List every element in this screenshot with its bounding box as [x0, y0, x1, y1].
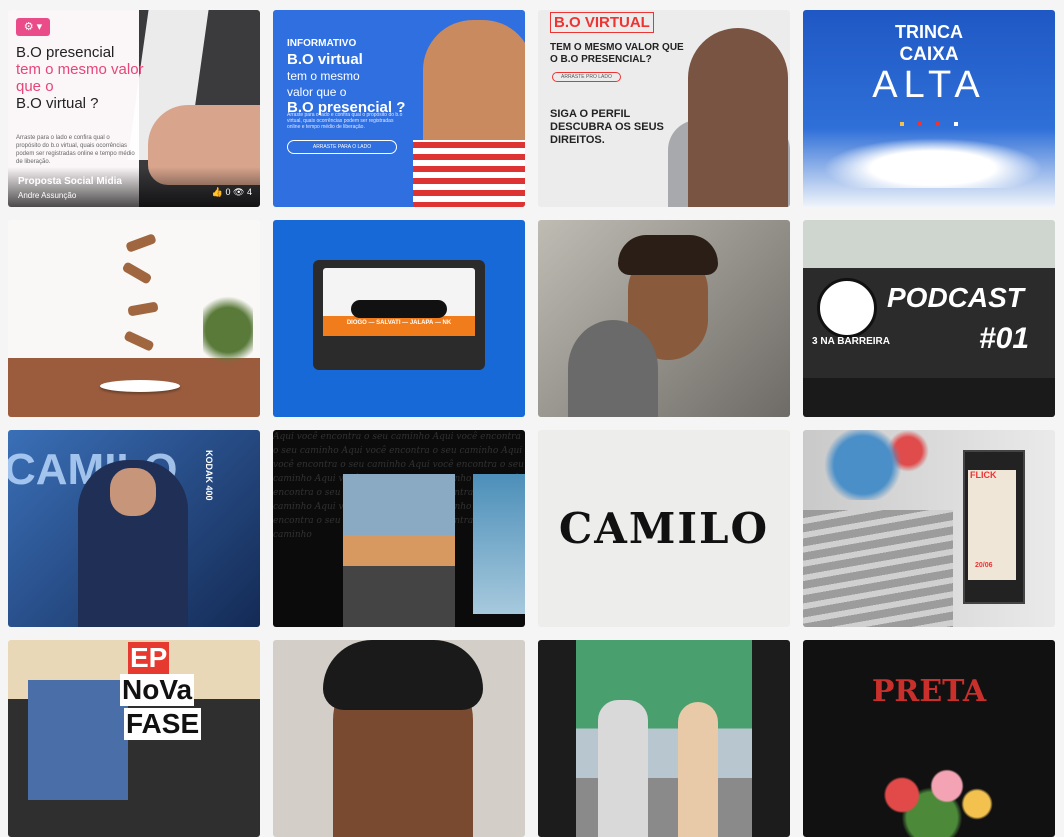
biscuit: [123, 330, 155, 352]
episode-number: #01: [979, 322, 1030, 355]
logo-text: CAMILO: [558, 504, 770, 553]
side-text: KODAK 400: [204, 450, 214, 501]
photo-main: [343, 474, 455, 627]
view-count: 4: [246, 187, 252, 197]
shot-card-bo-virtual[interactable]: B.O VIRTUAL TEM O MESMO VALOR QUE O B.O …: [538, 10, 790, 207]
person-left: [598, 700, 648, 837]
headline: B.O presencial tem o mesmo valor que o B…: [16, 44, 146, 112]
shot-card-street-poster[interactable]: FLICK 20/06: [803, 430, 1055, 627]
man-figure: [688, 28, 788, 207]
preta-title: PRETA: [871, 674, 987, 709]
photo-side: [473, 474, 525, 614]
soccer-ball-icon: [817, 278, 877, 338]
hair: [323, 640, 483, 710]
face: [110, 468, 156, 516]
shot-card-camilo-logo[interactable]: CAMILO: [538, 430, 790, 627]
plate: [100, 380, 180, 392]
cassette-strip: [323, 316, 475, 336]
shot-card-trinca-caixa-alta[interactable]: TRINCA CAIXA ALTA: [803, 10, 1055, 207]
shot-card-sempre-firme[interactable]: [538, 640, 790, 837]
title-fase: FASE: [124, 708, 202, 740]
color-dots: [900, 122, 958, 126]
hair: [618, 235, 718, 275]
headline-line3: valor que o: [287, 85, 347, 99]
title-line1: TRINCA: [895, 22, 963, 42]
question: TEM O MESMO VALOR QUE O B.O PRESENCIAL?: [550, 42, 684, 65]
cap: [568, 320, 658, 417]
podcast-title: PODCAST: [887, 282, 1024, 313]
arraste-pill: ARRASTE PRO LADO: [552, 72, 621, 82]
arraste-button: ARRASTE PARA O LADO: [287, 140, 397, 154]
shot-card-curly-portrait[interactable]: [273, 640, 525, 837]
title-line2: CAIXA: [899, 44, 959, 65]
shot-card-bo-presencial[interactable]: ⚙ ▾ B.O presencial tem o mesmo valor que…: [8, 10, 260, 207]
shot-card-preta[interactable]: PRETA: [803, 640, 1055, 837]
flowers: [857, 750, 1007, 837]
eye-icon: 👁: [233, 187, 245, 197]
collage-photo: [28, 680, 128, 800]
shot-card-informativo[interactable]: INFORMATIVO B.O virtual tem o mesmo valo…: [273, 10, 525, 207]
headline-line2: tem o mesmo valor: [16, 61, 144, 78]
settings-menu-button[interactable]: ⚙ ▾: [16, 18, 50, 36]
poster-title: FLICK: [970, 470, 997, 480]
cassette-window: [351, 300, 447, 318]
shot-author[interactable]: Andre Assunção: [18, 191, 76, 200]
title-nova: NoVa: [120, 674, 195, 706]
title-ep: EP: [128, 642, 170, 674]
shirt-figure: [413, 140, 525, 207]
headline-line2: tem o mesmo: [287, 69, 360, 83]
shot-card-script-collage[interactable]: Aqui você encontra o seu caminho Aqui vo…: [273, 430, 525, 627]
brand: 3 NA BARREIRA: [812, 336, 890, 347]
headline-line3: que o: [16, 78, 54, 95]
headline-line4: B.O virtual ?: [16, 95, 99, 112]
shot-card-ep-nova-fase[interactable]: EP NoVa FASE: [8, 640, 260, 837]
cloud-decoration: [823, 138, 1043, 188]
tag: B.O VIRTUAL: [550, 12, 654, 33]
title-line3: ALTA: [872, 64, 986, 106]
poster-date: 20/06: [975, 562, 993, 569]
shot-stats: 👍 0 👁 4: [212, 187, 252, 198]
follow-text: SIGA O PERFIL DESCUBRA OS SEUS DIREITOS.: [550, 108, 664, 146]
headline-line1: B.O presencial: [16, 44, 115, 61]
shot-card-podcast[interactable]: 3 NA BARREIRA PODCAST #01: [803, 220, 1055, 417]
body-text: Arraste para o lado e confira qual o pro…: [287, 112, 403, 130]
shot-card-camilo-photo[interactable]: CAMILO KODAK 400: [8, 430, 260, 627]
shot-title[interactable]: Proposta Social Midia: [18, 176, 122, 187]
person-right: [678, 702, 718, 837]
biscuit: [121, 261, 153, 285]
body-text: Arraste para o lado e confira qual o pro…: [16, 135, 135, 165]
like-icon[interactable]: 👍: [212, 187, 223, 197]
biscuit: [125, 233, 157, 253]
label: INFORMATIVO: [287, 38, 357, 49]
plant-decoration: [203, 280, 253, 380]
like-count: 0: [225, 187, 231, 197]
biscuit: [127, 301, 159, 317]
shot-card-cassette[interactable]: DIOGO — SALVATI — JALAPA — NK: [273, 220, 525, 417]
strip-text: DIOGO — SALVATI — JALAPA — NK: [346, 320, 452, 326]
headline: B.O virtual tem o mesmo valor que o B.O …: [287, 52, 427, 116]
shot-card-bakery-photo[interactable]: [8, 220, 260, 417]
shot-card-portrait-boy[interactable]: [538, 220, 790, 417]
stairs: [803, 510, 953, 627]
shots-grid: ⚙ ▾ B.O presencial tem o mesmo valor que…: [0, 0, 1064, 837]
graffiti: [803, 430, 953, 500]
headline-line1: B.O virtual: [287, 51, 363, 68]
